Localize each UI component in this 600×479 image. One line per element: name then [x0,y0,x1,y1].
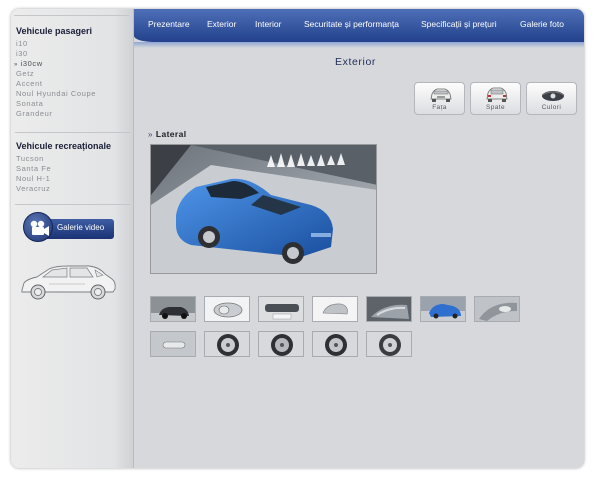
thumbnail-mirror[interactable] [312,296,358,322]
main-car-photo[interactable] [150,144,377,274]
thumbnail-image [151,297,195,321]
sidebar: Vehicule pasageri i10 i30 » i30cw Getz A… [11,9,134,468]
nav-shadow [134,42,584,48]
colors-button[interactable]: Culori [526,82,577,115]
thumbnail-rear-light[interactable] [474,296,520,322]
thumbnail-image [367,297,411,321]
passenger-vehicle-list: i10 i30 » i30cw Getz Accent Noul Hyundai… [14,39,96,119]
thumbnail-door-handle[interactable] [150,331,196,357]
video-camera-icon [23,212,53,242]
car-sketch-image [21,265,116,300]
section-heading: » Lateral [148,129,187,139]
sidebar-item-i30[interactable]: i30 [16,49,96,59]
sidebar-section-title-recreational: Vehicule recreaționale [16,141,112,151]
thumbnail-image [313,297,357,321]
top-navigation: Prezentare Exterior Interior Securitate … [134,9,584,48]
front-view-label: Fața [432,104,447,111]
thumbnail-panoramic-roof[interactable] [366,296,412,322]
sidebar-item-tucson[interactable]: Tucson [16,154,51,164]
rear-view-button[interactable]: Spate [470,82,521,115]
thumbnail-wheel-4[interactable] [366,331,412,357]
thumbnail-image [259,332,303,356]
sidebar-divider [15,132,130,133]
nav-item-exterior[interactable]: Exterior [207,19,236,29]
sidebar-item-grandeur[interactable]: Grandeur [16,109,96,119]
page-title: Exterior [335,56,376,68]
thumbnail-image [367,332,411,356]
thumbnail-image [475,297,519,321]
colors-label: Culori [541,104,562,111]
nav-item-securitate[interactable]: Securitate și performanța [304,19,399,29]
rear-view-label: Spate [486,104,505,111]
nav-item-prezentare[interactable]: Prezentare [148,19,190,29]
sidebar-item-accent[interactable]: Accent [16,79,96,89]
nav-item-galerie-foto[interactable]: Galerie foto [520,19,564,29]
sidebar-item-i10[interactable]: i10 [16,39,96,49]
thumbnail-headlight[interactable] [204,296,250,322]
blue-car-image [151,145,376,273]
thumbnail-image [151,332,195,356]
thumbnail-wheel-2[interactable] [258,331,304,357]
video-gallery-button[interactable]: Galerie video [23,212,114,244]
thumbnail-image [205,332,249,356]
double-chevron-icon: » [148,130,153,139]
sidebar-divider [14,15,129,16]
front-view-button[interactable]: Fața [414,82,465,115]
thumbnail-image [259,297,303,321]
sidebar-item-veracruz[interactable]: Veracruz [16,184,51,194]
sidebar-item-sonata[interactable]: Sonata [16,99,96,109]
thumbnail-wheel-3[interactable] [312,331,358,357]
thumbnail-wheel-1[interactable] [204,331,250,357]
thumbnail-image [421,297,465,321]
section-heading-label: Lateral [155,129,187,139]
active-chevron-icon: » [14,62,18,68]
sidebar-section-title-passenger: Vehicule pasageri [16,26,93,36]
car-rear-icon [486,87,508,102]
sidebar-divider [15,204,130,205]
nav-item-specificatii[interactable]: Specificații și prețuri [421,19,497,29]
thumbnail-front-grille[interactable] [258,296,304,322]
color-swatch-icon [541,91,565,101]
video-button-label: Galerie video [57,223,105,232]
thumbnail-image [205,297,249,321]
sidebar-item-i30cw[interactable]: » i30cw [14,59,96,69]
thumbnail-side-view[interactable] [150,296,196,322]
nav-item-interior[interactable]: Interior [255,19,281,29]
sidebar-item-h1[interactable]: Noul H-1 [16,174,51,184]
thumbnail-image [313,332,357,356]
thumbnail-blue-car[interactable] [420,296,466,322]
sidebar-item-getz[interactable]: Getz [16,69,96,79]
sidebar-item-coupe[interactable]: Noul Hyundai Coupe [16,89,96,99]
page-frame: Vehicule pasageri i10 i30 » i30cw Getz A… [11,9,584,468]
sidebar-item-santa-fe[interactable]: Santa Fe [16,164,51,174]
recreational-vehicle-list: Tucson Santa Fe Noul H-1 Veracruz [16,154,51,194]
sidebar-item-label: i30cw [20,59,43,68]
car-front-icon [430,88,452,102]
